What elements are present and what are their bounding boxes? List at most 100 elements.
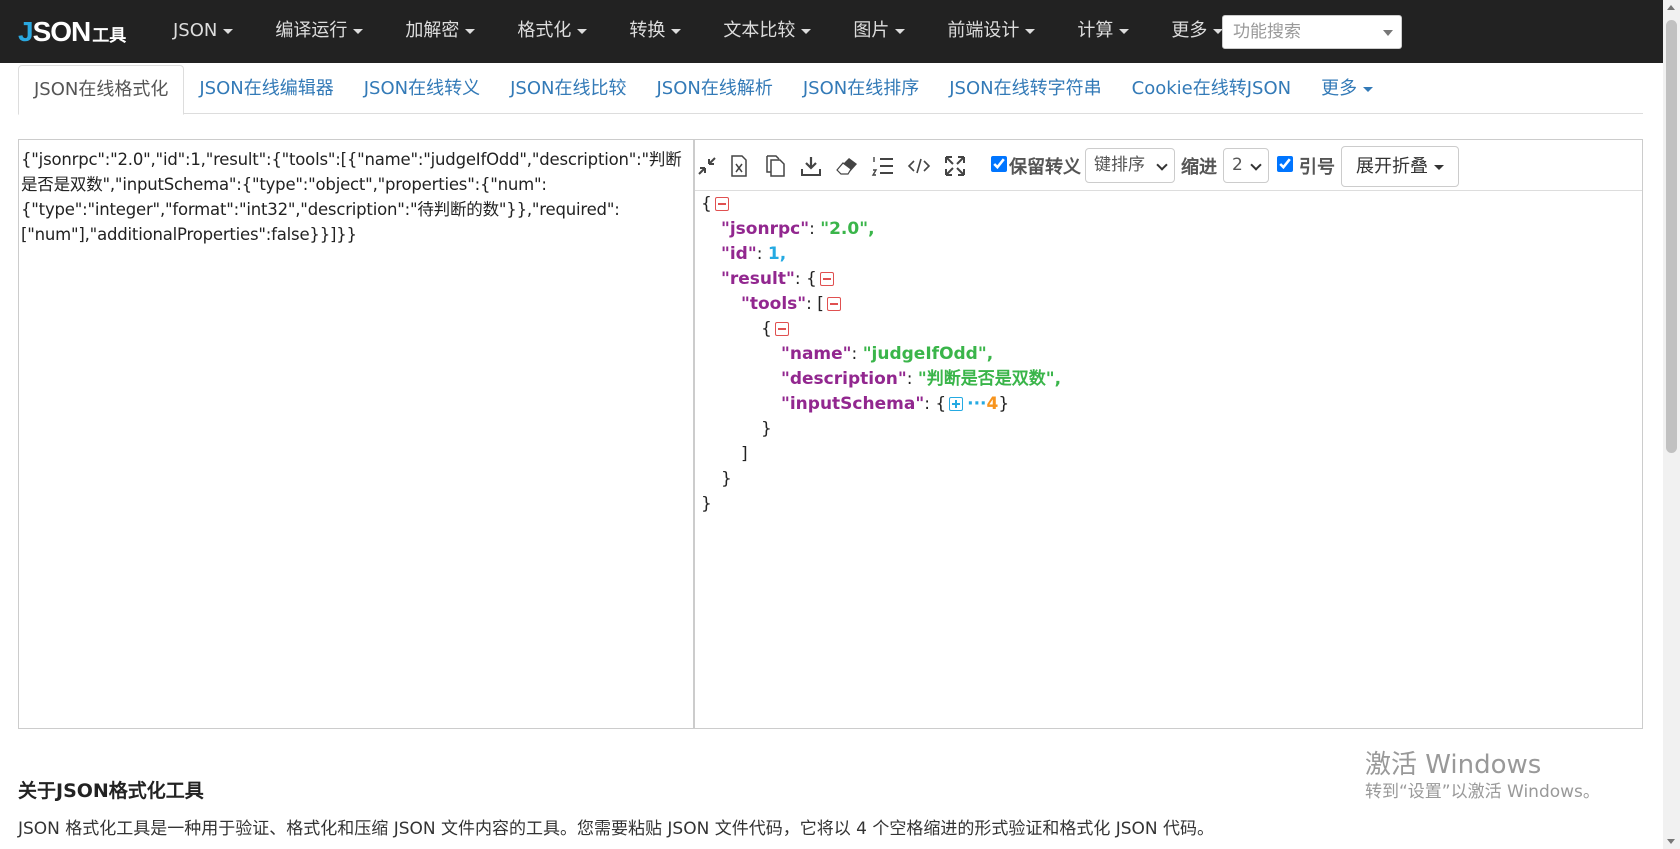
tab-more-label: 更多 (1321, 78, 1358, 99)
json-string-value: "judgeIfOdd" (862, 344, 987, 364)
dropdown-arrow-icon[interactable] (1383, 30, 1393, 36)
expand-icon[interactable] (949, 397, 964, 411)
json-line: "jsonrpc": "2.0", (721, 219, 875, 239)
json-line: ] (741, 444, 748, 464)
fullscreen-icon[interactable] (943, 154, 967, 178)
nav-item-calc[interactable]: 计算 (1056, 0, 1150, 63)
nav-item-label: 更多 (1171, 20, 1208, 41)
json-input-textarea[interactable]: {"jsonrpc":"2.0","id":1,"result":{"tools… (19, 140, 693, 728)
json-key: "result" (721, 269, 795, 289)
chevron-down-icon (1250, 159, 1262, 171)
json-line: "id": 1, (721, 244, 787, 264)
collapse-icon[interactable] (819, 272, 834, 286)
json-line: } (701, 494, 712, 514)
tab-json-escape[interactable]: JSON在线转义 (349, 65, 495, 114)
collapsed-count: 4 (986, 394, 999, 414)
download-icon[interactable] (799, 154, 823, 178)
windows-activation-title: 激活 Windows (1365, 750, 1542, 780)
json-input-pane: {"jsonrpc":"2.0","id":1,"result":{"tools… (18, 139, 694, 729)
nav-item-json[interactable]: JSON (152, 0, 254, 63)
expand-collapse-button[interactable]: 展开折叠 (1341, 146, 1459, 187)
logo-main: JSON (18, 16, 91, 47)
json-line: { (701, 192, 729, 217)
keep-escape-checkbox[interactable] (991, 156, 1007, 172)
nav-item-text-compare[interactable]: 文本比较 (702, 0, 832, 63)
nav-item-label: 前端设计 (947, 20, 1020, 41)
caret-down-icon (1363, 86, 1374, 92)
caret-down-icon (353, 28, 364, 34)
json-key: "description" (781, 369, 907, 389)
tab-json-sort[interactable]: JSON在线排序 (788, 65, 934, 114)
json-line: "tools": [ (741, 292, 841, 317)
tab-cookie-to-json[interactable]: Cookie在线转JSON (1117, 65, 1306, 114)
json-string-value: "2.0" (820, 219, 869, 239)
nav-item-label: JSON (173, 20, 218, 41)
nav-menu: JSON 编译运行 加解密 格式化 转换 文本比较 图片 前端设计 计算 更多 (152, 0, 1244, 63)
tab-json-to-string[interactable]: JSON在线转字符串 (934, 65, 1116, 114)
tool-tabs: JSON在线格式化 JSON在线编辑器 JSON在线转义 JSON在线比较 JS… (18, 65, 1643, 115)
json-output-pane: 保留转义 键排序 缩进 2 引号 展开折叠 { "jsonrpc": "2.0"… (694, 139, 1643, 729)
nav-item-label: 转换 (629, 20, 666, 41)
about-title: 关于JSON格式化工具 (18, 780, 204, 802)
quotes-checkbox[interactable] (1277, 156, 1293, 172)
code-icon[interactable] (907, 154, 931, 178)
feature-search-select[interactable] (1222, 15, 1402, 49)
chevron-down-icon (1156, 159, 1168, 171)
nav-item-label: 文本比较 (723, 20, 796, 41)
collapse-icon[interactable] (714, 197, 729, 211)
scrollbar-thumb[interactable] (1666, 20, 1677, 453)
tab-json-compare[interactable]: JSON在线比较 (495, 65, 641, 114)
json-key: "tools" (741, 294, 807, 314)
nav-item-format[interactable]: 格式化 (496, 0, 608, 63)
json-line: { (761, 317, 789, 342)
json-tree-view: { "jsonrpc": "2.0", "id": 1, "result": {… (701, 192, 1631, 722)
site-logo[interactable]: JSON 工具 (18, 16, 126, 47)
caret-down-icon (577, 28, 588, 34)
tab-json-editor[interactable]: JSON在线编辑器 (184, 65, 348, 114)
caret-down-icon (1025, 28, 1036, 34)
indent-select[interactable]: 2 (1223, 148, 1269, 183)
collapse-icon[interactable] (826, 297, 841, 311)
excel-icon[interactable] (727, 154, 751, 178)
caret-down-icon (671, 28, 682, 34)
feature-search-input[interactable] (1223, 16, 1401, 48)
json-line: "name": "judgeIfOdd", (781, 344, 994, 364)
nav-item-label: 图片 (853, 20, 890, 41)
collapse-icon[interactable] (774, 322, 789, 336)
scroll-up-icon[interactable] (1667, 5, 1675, 10)
nav-item-frontend[interactable]: 前端设计 (926, 0, 1056, 63)
json-line: } (721, 469, 732, 489)
indent-label: 缩进 (1181, 157, 1217, 178)
json-string-value: "判断是否是双数" (917, 369, 1055, 389)
eraser-icon[interactable] (835, 154, 859, 178)
nav-item-compile-run[interactable]: 编译运行 (254, 0, 384, 63)
json-line: "description": "判断是否是双数", (781, 369, 1062, 389)
nav-item-label: 格式化 (517, 20, 572, 41)
scroll-down-icon[interactable] (1667, 839, 1675, 844)
page-scrollbar[interactable] (1663, 0, 1680, 849)
ellipsis-icon[interactable]: ··· (967, 394, 986, 414)
nav-item-convert[interactable]: 转换 (608, 0, 702, 63)
sort-select[interactable]: 键排序 (1085, 148, 1175, 183)
copy-icon[interactable] (763, 154, 787, 178)
caret-down-icon (223, 28, 234, 34)
nav-item-image[interactable]: 图片 (832, 0, 926, 63)
indent-select-value: 2 (1232, 155, 1243, 175)
json-key: "name" (781, 344, 852, 364)
caret-down-icon (1119, 28, 1130, 34)
caret-down-icon (465, 28, 476, 34)
tab-more[interactable]: 更多 (1306, 65, 1388, 114)
json-line: } (761, 419, 772, 439)
json-key: "jsonrpc" (721, 219, 810, 239)
sort-select-value: 键排序 (1094, 155, 1145, 175)
json-key: "inputSchema" (781, 394, 925, 414)
tab-json-parse[interactable]: JSON在线解析 (642, 65, 788, 114)
tab-json-format[interactable]: JSON在线格式化 (18, 65, 185, 115)
expand-collapse-label: 展开折叠 (1356, 156, 1428, 177)
caret-down-icon (801, 28, 812, 34)
json-key: "id" (721, 244, 757, 264)
nav-item-label: 编译运行 (275, 20, 348, 41)
compress-icon[interactable] (695, 154, 719, 178)
list-icon[interactable] (871, 154, 895, 178)
nav-item-encrypt[interactable]: 加解密 (384, 0, 496, 63)
